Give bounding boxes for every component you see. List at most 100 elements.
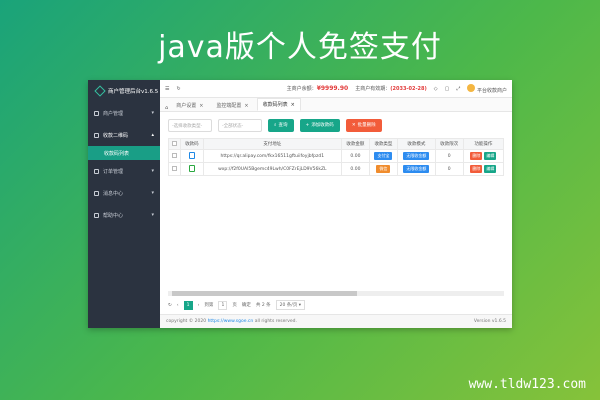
pay-url: wxp://f2f0UAl5Bgemc49Lwh/C0FZrEjLD9V56kZ…: [202, 162, 342, 176]
tab-label: 监控端配置: [216, 103, 242, 109]
sidebar-item-qrcode[interactable]: 收款二维码 ▴: [88, 124, 160, 146]
row-checkbox[interactable]: [167, 162, 182, 176]
toolbar: -选择收款类型- -全部状态- ⌕ 查询 + 添加收款码 ✕ 批量删除: [160, 112, 512, 138]
tab-bar: ⌂ 商户设置 × 监控端配置 × 收款码列表 ×: [160, 98, 512, 112]
amount: 0.00: [340, 149, 370, 163]
tag-icon[interactable]: ◇: [434, 86, 438, 92]
sidebar-item-label: 帮助中心: [103, 212, 124, 219]
edit-button[interactable]: 编辑: [484, 152, 497, 160]
status-select[interactable]: -全部状态-: [218, 118, 262, 132]
refresh-icon[interactable]: ↻: [176, 86, 180, 92]
tab-label: 商户设置: [176, 103, 197, 109]
copyright-prefix: copyright © 2020: [166, 319, 207, 324]
user-icon: [94, 110, 99, 116]
expire-label: 主商户有效期：: [355, 86, 391, 92]
refresh-icon[interactable]: ↻: [168, 303, 172, 308]
page-number[interactable]: 1: [183, 300, 193, 310]
footer: copyright © 2020 https://www.sgoe.cn all…: [160, 314, 512, 328]
search-button[interactable]: ⌕ 查询: [268, 118, 294, 132]
batch-delete-label: 批量删除: [357, 123, 376, 128]
column-header: 支付地址: [202, 138, 342, 150]
balance-display: 主商户余额：¥9999.90: [287, 85, 349, 92]
chevron-down-icon: ▾: [151, 110, 154, 116]
tab-monitor-config[interactable]: 监控端配置 ×: [211, 100, 253, 111]
sidebar-item-merchant[interactable]: 商户管理 ▾: [88, 102, 160, 124]
order-icon: [94, 168, 99, 174]
close-icon[interactable]: ×: [199, 103, 203, 109]
next-page-icon[interactable]: ›: [198, 303, 200, 308]
chevron-up-icon: ▴: [151, 132, 154, 138]
message-icon: [94, 190, 99, 196]
delete-button[interactable]: 删除: [470, 165, 483, 173]
goto-page-input[interactable]: 1: [218, 300, 228, 310]
row-checkbox[interactable]: [167, 149, 182, 163]
plus-icon: +: [305, 122, 310, 128]
sidebar-item-label: 商户管理: [103, 110, 124, 117]
balance-label: 主商户余额：: [286, 86, 317, 92]
batch-delete-button[interactable]: ✕ 批量删除: [345, 118, 382, 132]
per-page-value: 20 条/页: [279, 303, 298, 308]
horizontal-scrollbar[interactable]: [168, 291, 504, 296]
banner-title: java版个人免签支付: [158, 30, 442, 65]
app-window: 商户管理后台v1.6.5 商户管理 ▾ 收款二维码 ▴ 收款码列表 订单管理 ▾…: [88, 80, 512, 328]
type-badge: 支付宝: [374, 152, 393, 160]
close-icon[interactable]: ×: [244, 103, 248, 109]
mode-badge: 无限收金额: [403, 165, 430, 173]
scrollbar-thumb[interactable]: [172, 291, 357, 296]
type-badge: 微信: [376, 165, 391, 173]
amount: 0.00: [340, 162, 370, 176]
sidebar-item-label: 收款二维码: [103, 132, 129, 139]
sidebar-subitem-qrcode-list[interactable]: 收款码列表: [88, 146, 160, 160]
page-unit: 页: [232, 303, 237, 308]
chevron-down-icon: ▾: [151, 190, 154, 196]
fullscreen-icon[interactable]: ⤢: [456, 86, 460, 92]
user-name: 平台收款商户: [476, 87, 507, 94]
copyright-link[interactable]: https://www.sgoe.cn: [208, 319, 254, 324]
sidebar-item-orders[interactable]: 订单管理 ▾: [88, 160, 160, 182]
lock-icon[interactable]: ▢: [445, 86, 450, 92]
column-header: 收款金额: [340, 138, 370, 150]
per-page-select[interactable]: 20 条/页 ▾: [275, 300, 306, 310]
limit: 0: [434, 149, 464, 163]
tab-qrcode-list[interactable]: 收款码列表 ×: [256, 98, 301, 111]
tab-label: 收款码列表: [262, 102, 288, 108]
close-icon[interactable]: ×: [291, 102, 295, 108]
prev-page-icon[interactable]: ‹: [177, 303, 179, 308]
avatar: [467, 83, 476, 92]
goto-label: 到第: [204, 303, 214, 308]
wechat-qrcode-icon[interactable]: [180, 162, 204, 176]
balance-value: ¥9999.90: [316, 85, 349, 92]
add-qrcode-button[interactable]: + 添加收款码: [299, 118, 340, 132]
sidebar: 商户管理后台v1.6.5 商户管理 ▾ 收款二维码 ▴ 收款码列表 订单管理 ▾…: [88, 80, 160, 328]
help-icon: [94, 212, 99, 218]
sidebar-item-help[interactable]: 帮助中心 ▾: [88, 204, 160, 226]
type-select[interactable]: -选择收款类型-: [168, 118, 212, 132]
sidebar-item-messages[interactable]: 消息中心 ▾: [88, 182, 160, 204]
search-button-label: 查询: [278, 123, 288, 128]
edit-button[interactable]: 编辑: [484, 165, 497, 173]
select-all-checkbox[interactable]: [167, 138, 182, 150]
search-icon: ⌕: [274, 123, 277, 128]
brand-title: 商户管理后台v1.6.5: [108, 89, 159, 95]
menu-toggle-icon[interactable]: ☰: [165, 86, 169, 92]
column-header: 功能操作: [462, 138, 505, 150]
pagination: ↻ ‹ 1 › 到第 1 页 确定 共 2 条 20 条/页 ▾: [160, 296, 512, 314]
tab-merchant-settings[interactable]: 商户设置 ×: [171, 100, 208, 111]
brand: 商户管理后台v1.6.5: [88, 80, 160, 102]
table-header-row: 收款码 支付地址 收款金额 收款类型 收款模式 收款限次 功能操作: [167, 138, 505, 150]
topbar: ☰ ↻ 主商户余额：¥9999.90 主商户有效期：(2033-02-28) ◇…: [160, 80, 512, 98]
goto-confirm-button[interactable]: 确定: [242, 302, 251, 308]
table-empty-area: [160, 176, 512, 291]
chevron-down-icon: ▾: [151, 168, 154, 174]
expire-display: 主商户有效期：(2033-02-28): [355, 85, 427, 92]
delete-button[interactable]: 删除: [470, 152, 483, 160]
sidebar-item-label: 消息中心: [103, 190, 124, 197]
chevron-down-icon: ▾: [151, 212, 154, 218]
user-menu[interactable]: 平台收款商户: [467, 83, 507, 94]
pay-url: https://qr.alipay.com/fkx16511gftuiifoyj…: [202, 149, 342, 163]
alipay-qrcode-icon[interactable]: [180, 149, 204, 163]
table-row: wxp://f2f0UAl5Bgemc49Lwh/C0FZrEjLD9V56kZ…: [167, 162, 505, 176]
qrcode-table: 收款码 支付地址 收款金额 收款类型 收款模式 收款限次 功能操作 https:…: [167, 138, 505, 176]
copyright-suffix: all rights reserved.: [254, 319, 297, 324]
home-icon[interactable]: ⌂: [165, 105, 168, 111]
